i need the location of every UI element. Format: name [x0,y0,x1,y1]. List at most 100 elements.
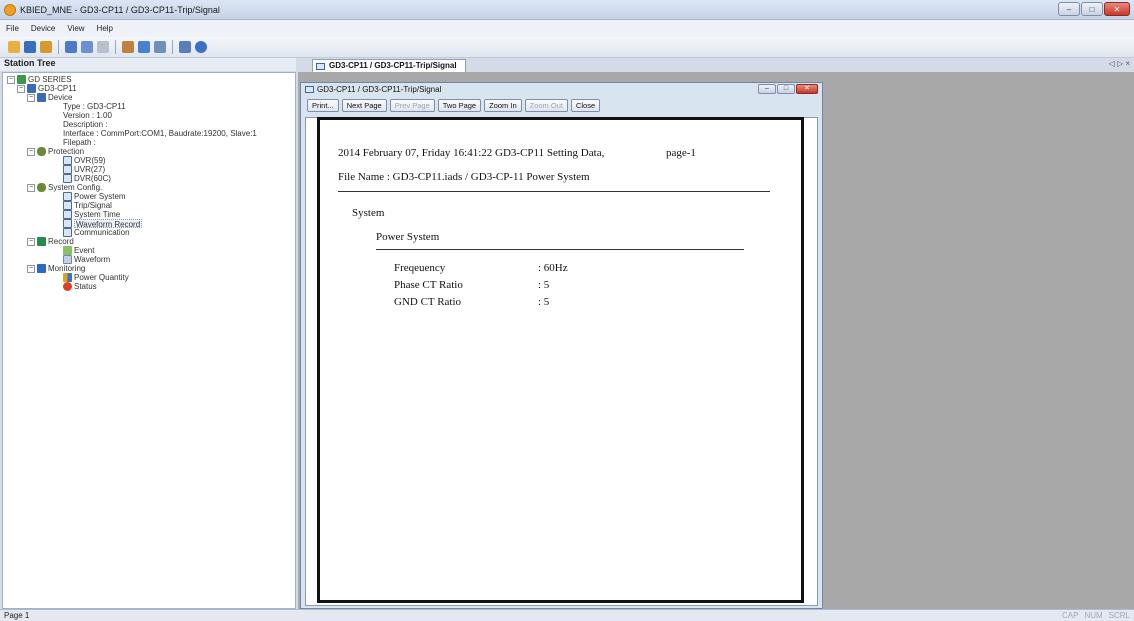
tree-node-communication[interactable]: Communication [74,228,130,237]
status-page: Page 1 [4,611,30,620]
tree-node-monitoring[interactable]: Monitoring [48,264,85,273]
tree-node-system-time[interactable]: System Time [74,210,120,219]
zoom-in-button[interactable]: Zoom In [484,99,522,112]
close-button[interactable]: ✕ [1104,2,1130,16]
expander-icon[interactable]: − [27,265,35,273]
tree-node-dvr60c[interactable]: DVR(60C) [74,174,111,183]
mdi-close-button[interactable]: ✕ [796,84,818,94]
save-icon[interactable] [24,41,36,53]
tree-node-system-config[interactable]: System Config. [48,183,102,192]
mdi-window-controls: – □ ✕ [758,84,818,94]
mdi-maximize-button[interactable]: □ [777,84,795,94]
expander-icon[interactable]: − [27,148,35,156]
setting-icon [63,174,72,183]
menu-bar: File Device View Help [0,20,1134,37]
disconnect-icon[interactable] [97,41,109,53]
maximize-button[interactable]: □ [1081,2,1103,16]
menu-file[interactable]: File [6,24,19,33]
tree-node-type[interactable]: Type : GD3-CP11 [63,102,126,111]
status-icon [63,282,72,291]
tree-node-status[interactable]: Status [74,282,97,291]
tree-node-interface[interactable]: Interface : CommPort:COM1, Baudrate:1920… [63,129,257,138]
tree-node-waveform[interactable]: Waveform [74,255,110,264]
main-toolbar [0,37,1134,58]
setting-icon [63,165,72,174]
tree-node-version[interactable]: Version : 1.00 [63,111,112,120]
menu-help[interactable]: Help [97,24,113,33]
report-subsection: Power System [376,231,440,243]
tree-node-ovr59[interactable]: OVR(59) [74,156,106,165]
app-icon [4,3,16,16]
database-icon[interactable] [65,41,77,53]
list-icon[interactable] [154,41,166,53]
expander-icon[interactable]: − [27,184,35,192]
monitor-icon [37,264,46,273]
num-indicator: NUM [1084,611,1103,620]
report-header: 2014 February 07, Friday 16:41:22 GD3-CP… [338,147,605,159]
setting-icon [63,192,72,201]
tree-node-gd3-cp11[interactable]: GD3-CP11 [38,84,77,93]
toolbar-separator [58,40,59,54]
record-icon [37,237,46,246]
setting-value: : 5 [538,296,550,308]
tab-label: GD3-CP11 / GD3-CP11-Trip/Signal [329,61,457,70]
preview-page: 2014 February 07, Friday 16:41:22 GD3-CP… [317,117,804,603]
setting-label: GND CT Ratio [394,296,462,308]
divider [338,191,770,192]
expander-icon[interactable]: − [27,238,35,246]
tree-node-event[interactable]: Event [74,246,94,255]
series-icon [17,75,26,84]
device-icon [37,93,46,102]
toolbar-separator [172,40,173,54]
preview-toolbar: Print... Next Page Prev Page Two Page Zo… [307,99,601,113]
open-icon[interactable] [40,41,52,53]
setting-label: Freqeuency [394,262,446,274]
tree-node-waveform-record[interactable]: Waveform Record [74,219,143,229]
close-preview-button[interactable]: Close [570,99,601,112]
settings-icon[interactable] [122,41,134,53]
gears-icon [37,147,46,156]
open-folder-icon[interactable] [8,41,20,53]
next-page-button[interactable]: Next Page [341,99,387,112]
tree-node-power-system[interactable]: Power System [74,192,126,201]
mdi-window-title: GD3-CP11 / GD3-CP11-Trip/Signal [317,85,442,94]
window-icon[interactable] [179,41,191,53]
zoom-out-button[interactable]: Zoom Out [524,99,568,112]
window-controls: – □ ✕ [1058,2,1130,16]
status-indicators: CAP NUM SCRL [1062,610,1130,621]
minimize-button[interactable]: – [1058,2,1080,16]
expander-icon[interactable]: − [17,85,25,93]
expander-icon[interactable]: − [7,76,15,84]
report-page-label: page-1 [666,147,696,159]
status-bar: Page 1 CAP NUM SCRL [0,609,1134,621]
prev-page-button[interactable]: Prev Page [389,99,435,112]
menu-view[interactable]: View [67,24,84,33]
tree-node-gd-series[interactable]: GD SERIES [28,75,72,84]
monitor-icon[interactable] [138,41,150,53]
event-icon [63,246,72,255]
expander-icon[interactable]: − [27,94,35,102]
print-button[interactable]: Print... [307,99,339,112]
tree-node-uvr27[interactable]: UVR(27) [74,165,105,174]
setting-icon [63,201,72,210]
tree-node-device[interactable]: Device [48,93,72,102]
tree-node-protection[interactable]: Protection [48,147,84,156]
setting-icon [63,219,72,228]
tree-node-description[interactable]: Description : [63,120,107,129]
scroll-indicator: SCRL [1108,611,1130,620]
tree-node-trip-signal[interactable]: Trip/Signal [74,201,112,210]
info-icon[interactable] [195,41,207,53]
tree-node-power-quantity[interactable]: Power Quantity [74,273,129,282]
report-section: System [352,207,385,219]
tree-node-record[interactable]: Record [48,237,74,246]
window-icon [316,63,325,70]
tab-navigation[interactable]: ◁ ▷ × [1109,59,1130,68]
station-tree[interactable]: − GD SERIES − GD3-CP11 − Device Type : G… [2,72,296,609]
menu-device[interactable]: Device [31,24,55,33]
tab-trip-signal[interactable]: GD3-CP11 / GD3-CP11-Trip/Signal [312,59,466,72]
mdi-minimize-button[interactable]: – [758,84,776,94]
device-icon [27,84,36,93]
arrow-icon[interactable] [81,41,93,53]
two-page-button[interactable]: Two Page [437,99,482,112]
tree-node-filepath[interactable]: Filepath : [63,138,96,147]
